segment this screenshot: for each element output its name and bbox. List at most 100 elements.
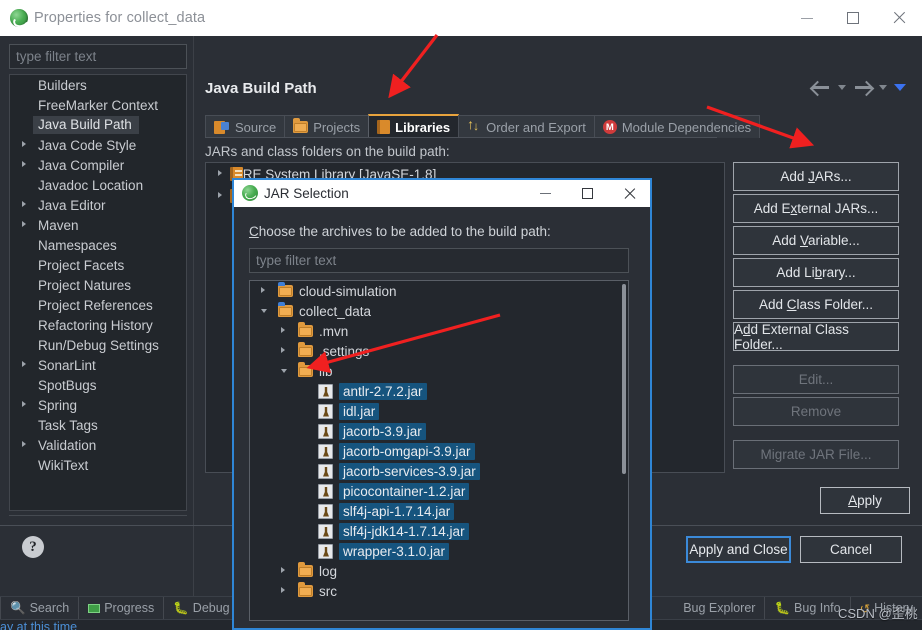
sidebar-item-project-natures[interactable]: Project Natures — [10, 275, 186, 295]
bug-info-icon: 🐛 — [774, 600, 791, 615]
tab-source[interactable]: Source — [205, 115, 286, 138]
back-history-chevron-down-icon[interactable] — [838, 84, 846, 90]
add-external-class-folder-button[interactable]: Add External Class Folder... — [733, 322, 899, 352]
jar-tree-row[interactable]: jacorb-omgapi-3.9.jar — [250, 441, 628, 461]
page-menu-chevron-down-icon[interactable] — [894, 83, 906, 91]
page-title: Java Build Path — [205, 80, 317, 97]
chevron-down-icon[interactable] — [261, 309, 267, 313]
chevron-right-icon[interactable] — [261, 287, 265, 293]
sidebar-item-java-editor[interactable]: Java Editor — [10, 195, 186, 215]
chevron-right-icon[interactable] — [22, 221, 26, 227]
jar-tree-row[interactable]: log — [250, 561, 628, 581]
eclipse-icon — [242, 185, 258, 201]
sidebar-item-builders[interactable]: Builders — [10, 75, 186, 95]
sidebar-item-maven[interactable]: Maven — [10, 215, 186, 235]
jar-minimize-button[interactable] — [524, 180, 566, 207]
sidebar-item-javadoc-location[interactable]: Javadoc Location — [10, 175, 186, 195]
sidebar-item-validation[interactable]: Validation — [10, 435, 186, 455]
cancel-button[interactable]: Cancel — [800, 536, 902, 563]
sidebar-item-label: Project References — [38, 297, 153, 313]
jar-tree-row[interactable]: src — [250, 581, 628, 601]
add-library-button[interactable]: Add Library... — [733, 258, 899, 287]
sidebar-item-java-compiler[interactable]: Java Compiler — [10, 155, 186, 175]
jar-tree-row[interactable]: .settings — [250, 341, 628, 361]
apply-and-close-button[interactable]: Apply and Close — [686, 536, 791, 563]
sidebar-item-project-references[interactable]: Project References — [10, 295, 186, 315]
chevron-down-icon[interactable] — [281, 369, 287, 373]
sidebar-item-refactoring-history[interactable]: Refactoring History — [10, 315, 186, 335]
chevron-right-icon[interactable] — [22, 201, 26, 207]
chevron-right-icon[interactable] — [281, 567, 285, 573]
view-tab-bug-explorer[interactable]: Bug Explorer — [674, 597, 766, 619]
chevron-right-icon[interactable] — [218, 192, 222, 198]
csdn-watermark: CSDN @歪桃 — [838, 606, 918, 621]
close-button[interactable] — [876, 0, 922, 36]
sidebar-item-label: Maven — [38, 217, 79, 233]
chevron-right-icon[interactable] — [22, 141, 26, 147]
jar-close-button[interactable] — [608, 180, 650, 207]
jar-tree-row[interactable]: slf4j-jdk14-1.7.14.jar — [250, 521, 628, 541]
back-arrow-icon[interactable] — [812, 80, 831, 94]
jar-tree-row[interactable]: collect_data — [250, 301, 628, 321]
chevron-right-icon[interactable] — [218, 170, 222, 176]
jar-tree-row[interactable]: .mvn — [250, 321, 628, 341]
jar-tree-row[interactable]: wrapper-3.1.0.jar — [250, 541, 628, 561]
sidebar-item-spotbugs[interactable]: SpotBugs — [10, 375, 186, 395]
sidebar-item-wikitext[interactable]: WikiText — [10, 455, 186, 475]
sidebar-item-spring[interactable]: Spring — [10, 395, 186, 415]
tab-projects[interactable]: Projects — [284, 115, 370, 138]
chevron-right-icon[interactable] — [22, 161, 26, 167]
jar-tree-row[interactable]: antlr-2.7.2.jar — [250, 381, 628, 401]
chevron-right-icon[interactable] — [281, 327, 285, 333]
pane-splitter[interactable] — [193, 36, 194, 596]
jar-file-icon — [318, 543, 333, 559]
chevron-right-icon[interactable] — [22, 361, 26, 367]
jar-tree-scrollbar[interactable] — [622, 284, 626, 474]
jar-tree-row[interactable]: picocontainer-1.2.jar — [250, 481, 628, 501]
add-class-folder-button[interactable]: Add Class Folder... — [733, 290, 899, 319]
jar-tree-row[interactable]: jacorb-services-3.9.jar — [250, 461, 628, 481]
sidebar-item-label: Namespaces — [38, 237, 117, 253]
chevron-right-icon[interactable] — [22, 401, 26, 407]
add-jars-button[interactable]: Add JARs... — [733, 162, 899, 191]
tab-order-and-export[interactable]: Order and Export — [458, 115, 595, 138]
forward-history-chevron-down-icon[interactable] — [879, 84, 887, 90]
jar-tree-row[interactable]: lib — [250, 361, 628, 381]
sidebar-item-java-build-path[interactable]: Java Build Path — [10, 115, 186, 135]
sidebar-item-task-tags[interactable]: Task Tags — [10, 415, 186, 435]
view-tab-search[interactable]: 🔍 Search — [0, 597, 80, 619]
tab-module-dependencies[interactable]: M Module Dependencies — [593, 115, 761, 138]
jar-tree-row[interactable]: slf4j-api-1.7.14.jar — [250, 501, 628, 521]
jar-tree-row[interactable]: jacorb-3.9.jar — [250, 421, 628, 441]
view-tab-label: Progress — [104, 601, 155, 615]
add-external-jars-button[interactable]: Add External JARs... — [733, 194, 899, 223]
apply-button[interactable]: Apply — [820, 487, 910, 514]
sidebar-item-sonarlint[interactable]: SonarLint — [10, 355, 186, 375]
sidebar-item-label: FreeMarker Context — [38, 97, 159, 113]
sidebar-item-project-facets[interactable]: Project Facets — [10, 255, 186, 275]
maximize-button[interactable] — [830, 0, 876, 36]
view-tab-progress[interactable]: Progress — [79, 597, 165, 619]
button-label: Add Class Folder... — [758, 297, 874, 312]
jar-file-tree[interactable]: cloud-simulation collect_data .mvn .setting… — [249, 280, 629, 621]
sidebar-item-freemarker-context[interactable]: FreeMarker Context — [10, 95, 186, 115]
sidebar-item-namespaces[interactable]: Namespaces — [10, 235, 186, 255]
navigation-controls — [812, 80, 906, 94]
add-variable-button[interactable]: Add Variable... — [733, 226, 899, 255]
chevron-right-icon[interactable] — [281, 347, 285, 353]
jar-filter-input[interactable]: type filter text — [249, 248, 629, 273]
tab-libraries[interactable]: Libraries — [368, 114, 460, 138]
sidebar-item-run-debug-settings[interactable]: Run/Debug Settings — [10, 335, 186, 355]
sidebar-filter-input[interactable]: type filter text — [9, 44, 187, 69]
minimize-button[interactable] — [784, 0, 830, 36]
chevron-right-icon[interactable] — [22, 441, 26, 447]
jar-tree-row[interactable]: cloud-simulation — [250, 281, 628, 301]
view-tab-debug[interactable]: 🐛 Debug — [164, 597, 240, 619]
forward-arrow-icon[interactable] — [853, 80, 872, 94]
help-icon[interactable]: ? — [22, 536, 44, 558]
settings-category-tree[interactable]: Builders FreeMarker Context Java Build Pat… — [9, 74, 187, 511]
sidebar-item-java-code-style[interactable]: Java Code Style — [10, 135, 186, 155]
jar-tree-row[interactable]: idl.jar — [250, 401, 628, 421]
chevron-right-icon[interactable] — [281, 587, 285, 593]
jar-maximize-button[interactable] — [566, 180, 608, 207]
